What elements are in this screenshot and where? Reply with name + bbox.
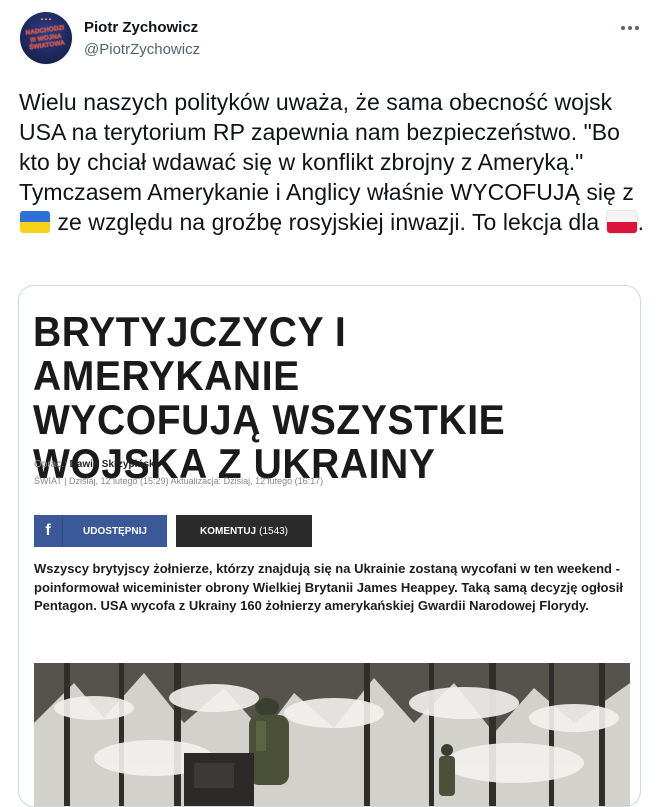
author-handle[interactable]: @PiotrZychowicz xyxy=(84,41,200,58)
avatar-logo-text: NADCHODZI III WOJNA ŚWIATOWA xyxy=(25,24,66,52)
poland-flag-icon xyxy=(606,211,637,233)
comment-button[interactable]: KOMENTUJ (1543) xyxy=(176,515,312,547)
author-name[interactable]: Piotr Zychowicz xyxy=(84,19,198,36)
headline-line: WYCOFUJĄ WSZYSTKIE xyxy=(33,396,506,443)
more-options-icon[interactable] xyxy=(619,18,641,38)
avatar-decoration: ▲▲▲ xyxy=(40,16,52,21)
share-button[interactable]: f UDOSTĘPNIJ xyxy=(34,515,167,547)
share-label: UDOSTĘPNIJ xyxy=(83,525,147,537)
avatar[interactable]: ▲▲▲ NADCHODZI III WOJNA ŚWIATOWA xyxy=(20,12,72,64)
headline-line: BRYTYJCZYCY I AMERYKANIE xyxy=(33,308,347,399)
comment-label: KOMENTUJ xyxy=(199,525,257,537)
byline-label: Oprac.: xyxy=(34,459,67,470)
ukraine-flag-icon xyxy=(20,211,50,233)
article-photo xyxy=(34,663,630,806)
article-lead: Wszyscy brytyjscy żołnierze, którzy znaj… xyxy=(34,561,623,613)
forest-soldiers-image xyxy=(34,663,630,806)
tweet-text-part: Wielu naszych polityków uważa, że sama o… xyxy=(19,89,634,205)
tweet-text-part: ze względu na groźbę rosyjskiej inwazji.… xyxy=(57,209,600,235)
tweet-text: Wielu naszych polityków uważa, że sama o… xyxy=(19,87,649,237)
tweet-text-part: . xyxy=(637,209,645,235)
article-card[interactable]: BRYTYJCZYCY I AMERYKANIE WYCOFUJĄ WSZYST… xyxy=(18,285,641,807)
comment-count: (1543) xyxy=(259,525,289,537)
article-meta: ŚWIAT | Dzisiaj, 12 lutego (15:29) Aktua… xyxy=(34,476,324,486)
byline-author: Dawid Skrzypiński xyxy=(69,459,158,470)
facebook-icon: f xyxy=(34,515,63,547)
article-byline: Oprac.: Dawid Skrzypiński xyxy=(34,459,157,470)
